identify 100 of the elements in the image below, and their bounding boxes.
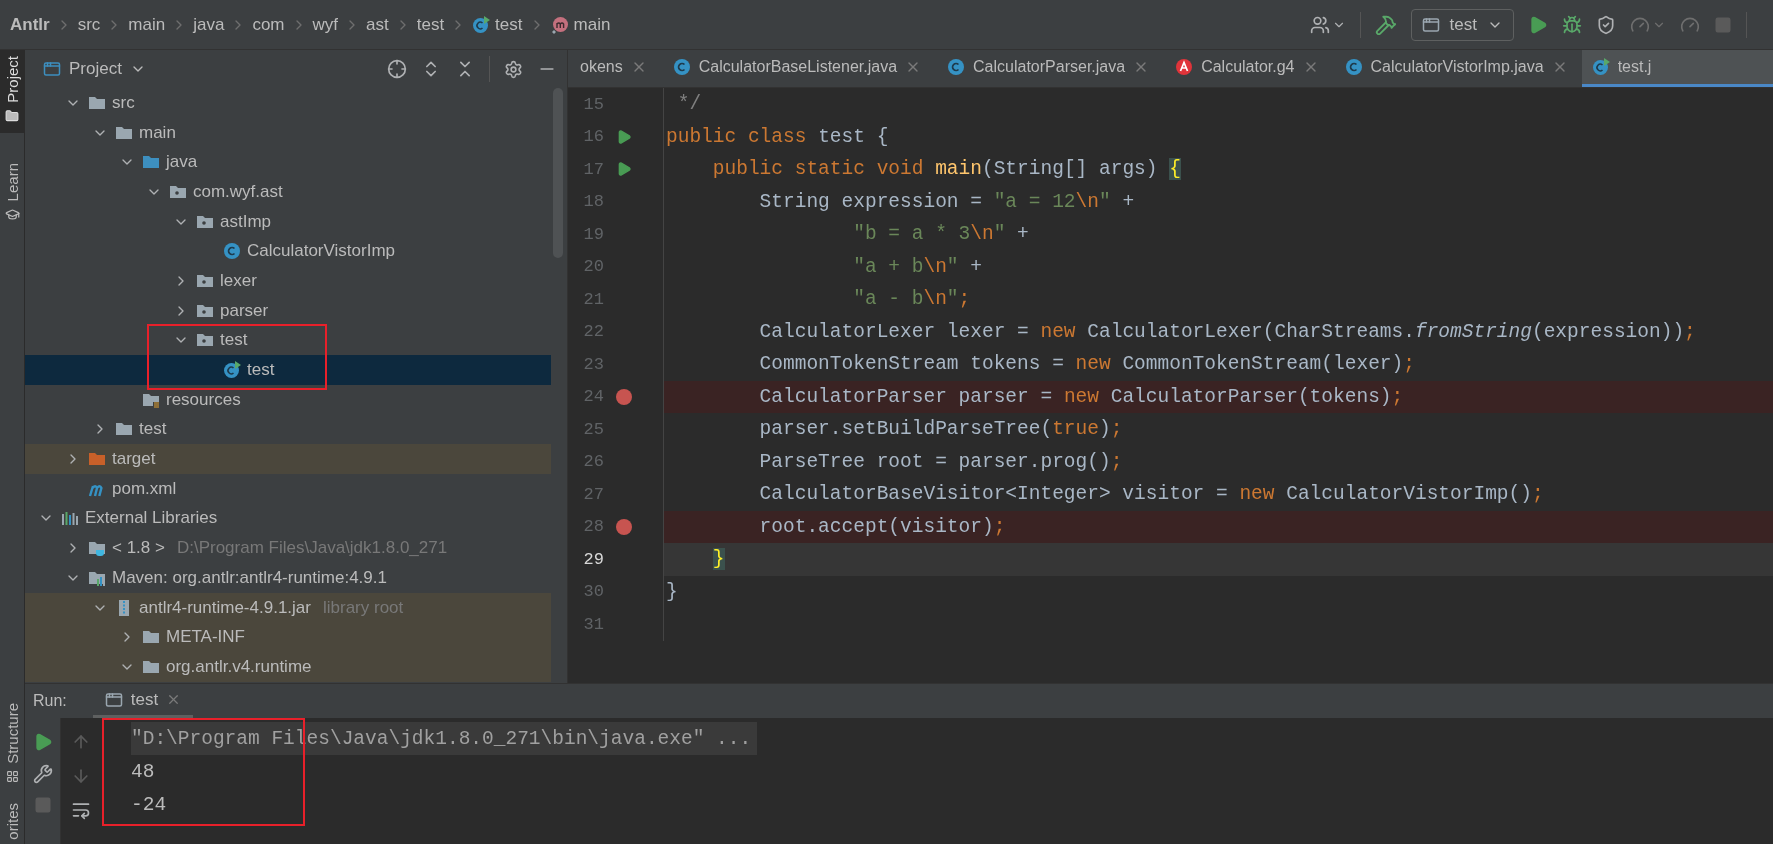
soft-wrap-icon[interactable] bbox=[71, 800, 91, 820]
run-button[interactable] bbox=[1528, 14, 1548, 35]
editor-tab[interactable]: Calculator.g4 bbox=[1163, 50, 1333, 87]
tree-item[interactable]: Maven: org.antlr:antlr4-runtime:4.9.1 bbox=[25, 563, 551, 593]
editor-tab[interactable]: CalculatorVistorImp.java bbox=[1332, 50, 1582, 87]
tree-item[interactable]: astImp bbox=[25, 206, 551, 237]
tree-item[interactable]: main bbox=[25, 117, 551, 148]
tree-item[interactable]: lexer bbox=[25, 266, 551, 296]
tree-item[interactable]: < 1.8 > D:\Program Files\Java\jdk1.8.0_271 bbox=[25, 533, 551, 563]
locate-icon[interactable] bbox=[387, 59, 407, 79]
line-number: 23 bbox=[582, 353, 604, 376]
jdk-folder-icon bbox=[88, 539, 106, 558]
tree-label: META-INF bbox=[166, 627, 245, 648]
console-line: -24 bbox=[131, 792, 168, 818]
build-button[interactable] bbox=[1374, 13, 1397, 36]
tree-label: org.antlr.v4.runtime bbox=[166, 656, 312, 677]
editor-tab[interactable]: CalculatorParser.java bbox=[935, 50, 1164, 87]
tree-item[interactable]: pom.xml bbox=[25, 473, 551, 504]
structure-icon bbox=[5, 770, 19, 784]
folder-icon bbox=[5, 108, 19, 123]
runnable-class-icon bbox=[1591, 58, 1610, 76]
run-icon[interactable] bbox=[616, 161, 632, 178]
run-label: Run: bbox=[33, 692, 67, 710]
tree-label: test bbox=[247, 360, 275, 381]
tree-item[interactable]: META-INF bbox=[25, 622, 551, 653]
breadcrumb[interactable]: com bbox=[252, 14, 285, 35]
tree-item[interactable]: antlr4-runtime-4.9.1.jar library root bbox=[25, 592, 551, 623]
tree-label: CalculatorVistorImp bbox=[247, 241, 396, 262]
line-number: 21 bbox=[582, 288, 604, 311]
tree-item[interactable]: src bbox=[25, 88, 551, 118]
tree-label: lexer bbox=[220, 270, 257, 291]
code-line: CalculatorBaseVisitor<Integer> visitor = new CalculatorVistorImp(); bbox=[758, 482, 1545, 508]
tree-label: < 1.8 > bbox=[112, 538, 165, 559]
project-view-dropdown[interactable]: Project bbox=[37, 58, 152, 80]
method-icon bbox=[550, 15, 569, 34]
tree-item[interactable]: com.wyf.ast bbox=[25, 177, 551, 207]
breadcrumb[interactable]: wyf bbox=[312, 14, 338, 35]
code-line: String expression = "a = 12\n" + bbox=[758, 189, 1136, 215]
tree-item[interactable]: External Libraries bbox=[25, 503, 551, 534]
line-number: 22 bbox=[582, 321, 604, 344]
line-number: 31 bbox=[582, 613, 604, 636]
run-icon[interactable] bbox=[616, 128, 632, 145]
run-config-dropdown[interactable]: test bbox=[1410, 8, 1514, 41]
breadcrumb[interactable]: main bbox=[128, 14, 166, 35]
tree-label: java bbox=[166, 152, 198, 173]
side-tab[interactable]: orites bbox=[0, 799, 24, 844]
tree-hint: D:\Program Files\Java\jdk1.8.0_271 bbox=[176, 538, 448, 559]
line-number: 28 bbox=[582, 516, 604, 539]
tree-item[interactable]: java bbox=[25, 147, 551, 178]
line-number: 27 bbox=[582, 483, 604, 506]
code-line: CalculatorLexer lexer = new CalculatorLexer(CharStreams.fromString(expression)); bbox=[758, 319, 1697, 345]
breadcrumb[interactable]: Antlr bbox=[10, 14, 50, 35]
tree-hint: library root bbox=[322, 597, 404, 618]
breakpoint-icon[interactable] bbox=[615, 517, 633, 536]
editor-tab[interactable]: CalculatorBaseListener.java bbox=[660, 50, 936, 87]
line-number: 30 bbox=[582, 581, 604, 604]
class-icon bbox=[672, 58, 691, 76]
breadcrumb[interactable]: main bbox=[550, 14, 611, 35]
class-icon bbox=[223, 242, 241, 261]
breadcrumb[interactable]: test bbox=[416, 14, 445, 35]
side-tab[interactable]: Learn bbox=[0, 156, 24, 233]
code-line: parser.setBuildParseTree(true); bbox=[758, 417, 1124, 443]
tree-label: src bbox=[112, 92, 135, 113]
line-number: 20 bbox=[582, 256, 604, 279]
editor-tab[interactable]: test.j bbox=[1581, 50, 1773, 87]
tree-item[interactable]: test bbox=[25, 414, 551, 445]
coverage-button[interactable] bbox=[1596, 14, 1616, 35]
tree-item[interactable]: resources bbox=[25, 384, 551, 415]
tree-item[interactable]: parser bbox=[25, 295, 551, 326]
class-icon bbox=[1344, 58, 1363, 76]
code-line: public class test { bbox=[665, 124, 890, 150]
breadcrumb[interactable]: ast bbox=[366, 14, 389, 35]
side-tab[interactable]: Project bbox=[0, 50, 24, 133]
line-number: 16 bbox=[582, 126, 604, 149]
breadcrumb[interactable]: src bbox=[77, 14, 101, 35]
tree-item[interactable]: org.antlr.v4.runtime bbox=[25, 652, 551, 682]
breakpoint-icon[interactable] bbox=[615, 387, 633, 406]
breadcrumb[interactable]: java bbox=[193, 14, 225, 35]
run-tab[interactable]: test bbox=[92, 684, 194, 718]
graduation-cap-icon bbox=[4, 207, 20, 223]
breadcrumb[interactable]: test bbox=[472, 14, 523, 35]
tree-item[interactable]: target bbox=[25, 444, 551, 474]
code-line: */ bbox=[676, 92, 703, 118]
editor-tab[interactable]: okens bbox=[568, 50, 661, 87]
tree-item[interactable]: test bbox=[25, 325, 551, 356]
code-line: "a + b\n" + bbox=[852, 254, 983, 280]
tree-label: External Libraries bbox=[85, 508, 218, 529]
account-button[interactable] bbox=[1309, 14, 1346, 35]
debug-button[interactable] bbox=[1562, 14, 1582, 35]
settings-icon[interactable] bbox=[504, 59, 523, 79]
tree-item[interactable]: test bbox=[25, 355, 551, 385]
line-number: 25 bbox=[582, 418, 604, 441]
side-tab[interactable]: Structure bbox=[0, 699, 24, 788]
library-icon bbox=[61, 509, 79, 528]
wrench-icon[interactable] bbox=[32, 764, 53, 784]
line-number: 26 bbox=[582, 451, 604, 474]
tree-label: antlr4-runtime-4.9.1.jar bbox=[139, 597, 311, 618]
code-line: } bbox=[665, 579, 679, 605]
code-line: ParseTree root = parser.prog(); bbox=[758, 449, 1124, 475]
tree-item[interactable]: CalculatorVistorImp bbox=[25, 236, 551, 267]
